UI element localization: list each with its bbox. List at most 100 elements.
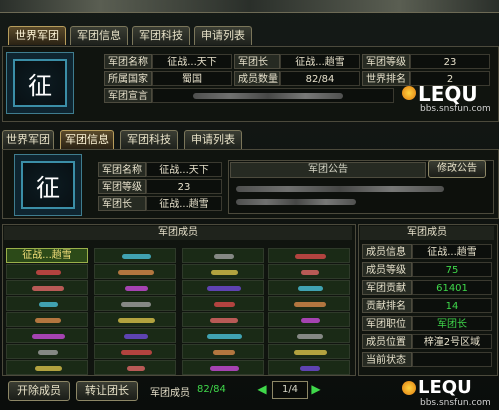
member-cell[interactable] — [94, 248, 176, 263]
member-cell[interactable] — [268, 328, 350, 343]
value-legion-name: 征战...天下 — [152, 54, 232, 69]
member-cell[interactable] — [182, 360, 264, 375]
blurred-member-name — [32, 286, 64, 291]
member-cell[interactable] — [182, 312, 264, 327]
member-cell[interactable] — [268, 312, 350, 327]
value-declaration — [152, 88, 394, 103]
member-cell[interactable] — [94, 328, 176, 343]
detail-label: 成员信息 — [362, 244, 412, 259]
blurred-member-name — [35, 318, 61, 323]
member-cell[interactable] — [6, 264, 88, 279]
edit-announcement-button[interactable]: 修改公告 — [428, 160, 486, 178]
member-cell-selected[interactable]: 征战...趟雪 — [6, 248, 88, 263]
mid-tab-legion-info[interactable]: 军团信息 — [60, 130, 114, 149]
detail-value: 14 — [412, 298, 492, 313]
member-cell[interactable] — [268, 264, 350, 279]
blurred-member-name — [35, 270, 61, 275]
legion-window: 世界军团 军团信息 军团科技 申请列表 征 军团名称 征战...天下 军团长 征… — [0, 0, 499, 410]
prev-page-icon[interactable]: ◀ — [256, 382, 268, 396]
member-cell[interactable] — [268, 280, 350, 295]
mid-label-legion-name: 军团名称 — [98, 162, 146, 177]
member-cell[interactable] — [182, 344, 264, 359]
member-cell[interactable] — [94, 344, 176, 359]
top-tab-world-legion[interactable]: 世界军团 — [8, 26, 66, 45]
page-indicator: 1/4 — [272, 381, 308, 399]
members-title: 军团成员 — [4, 226, 352, 240]
detail-value: 征战...趟雪 — [412, 244, 492, 259]
detail-label: 当前状态 — [362, 352, 412, 367]
member-cell[interactable] — [94, 312, 176, 327]
legion-emblem-mid: 征 — [14, 154, 82, 216]
blurred-member-name — [127, 366, 145, 371]
blurred-member-name — [210, 318, 238, 323]
member-cell[interactable] — [268, 344, 350, 359]
detail-label: 军团职位 — [362, 316, 412, 331]
member-cell[interactable] — [94, 296, 176, 311]
top-tab-apply-list[interactable]: 申请列表 — [194, 26, 252, 45]
member-cell[interactable] — [182, 328, 264, 343]
watermark-brand: LEQU — [418, 82, 478, 106]
member-cell[interactable] — [6, 296, 88, 311]
member-cell[interactable] — [182, 264, 264, 279]
mid-value-legion-name: 征战...天下 — [146, 162, 222, 177]
blurred-member-name — [213, 302, 235, 307]
label-legion-level: 军团等级 — [362, 54, 410, 69]
next-page-icon[interactable]: ▶ — [310, 382, 322, 396]
mid-tab-legion-tech[interactable]: 军团科技 — [120, 130, 178, 149]
blurred-member-name — [300, 366, 320, 371]
top-ornament — [0, 0, 499, 13]
blurred-member-name — [124, 334, 148, 339]
mid-value-legion-level: 23 — [146, 179, 222, 194]
mid-tab-world-legion[interactable]: 世界军团 — [2, 130, 54, 149]
member-cell[interactable] — [6, 360, 88, 375]
blurred-member-name — [214, 254, 234, 259]
blurred-member-name — [118, 270, 154, 275]
value-legion-leader: 征战...趟雪 — [280, 54, 360, 69]
detail-value: 75 — [412, 262, 492, 277]
value-country: 蜀国 — [152, 71, 232, 86]
blurred-member-name — [301, 270, 319, 275]
detail-label: 成员位置 — [362, 334, 412, 349]
member-cell[interactable] — [268, 248, 350, 263]
legion-emblem: 征 — [6, 52, 74, 114]
detail-value: 军团长 — [412, 316, 492, 331]
member-cell[interactable] — [6, 344, 88, 359]
blurred-member-name — [209, 366, 239, 371]
detail-label: 军团贡献 — [362, 280, 412, 295]
blurred-member-name — [117, 318, 155, 323]
value-legion-level: 23 — [410, 54, 490, 69]
label-country: 所属国家 — [104, 71, 152, 86]
blurred-member-name — [210, 270, 238, 275]
member-cell[interactable] — [182, 280, 264, 295]
member-cell[interactable] — [94, 360, 176, 375]
leqou-logo-icon — [402, 86, 416, 100]
member-cell[interactable] — [182, 296, 264, 311]
blurred-member-name — [120, 350, 152, 355]
label-member-count: 成员数量 — [234, 71, 280, 86]
top-tab-legion-tech[interactable]: 军团科技 — [132, 26, 190, 45]
emblem-character-mid: 征 — [36, 173, 60, 202]
detail-label: 贡献排名 — [362, 298, 412, 313]
member-cell[interactable] — [6, 328, 88, 343]
blurred-member-name — [124, 286, 148, 291]
transfer-leader-button[interactable]: 转让团长 — [76, 381, 138, 401]
member-cell[interactable] — [268, 360, 350, 375]
mid-label-legion-leader: 军团长 — [98, 196, 146, 211]
blurred-member-name — [213, 350, 235, 355]
member-cell[interactable] — [94, 264, 176, 279]
detail-value — [412, 352, 492, 367]
member-cell[interactable] — [6, 280, 88, 295]
label-declaration: 军团宣言 — [104, 88, 152, 103]
member-cell[interactable] — [6, 312, 88, 327]
kick-member-button[interactable]: 开除成员 — [8, 381, 70, 401]
member-cell[interactable] — [94, 280, 176, 295]
label-legion-name: 军团名称 — [104, 54, 152, 69]
mid-tab-apply-list[interactable]: 申请列表 — [184, 130, 242, 149]
mid-label-legion-level: 军团等级 — [98, 179, 146, 194]
member-cell[interactable] — [182, 248, 264, 263]
blurred-text — [193, 93, 343, 99]
blurred-member-name — [206, 334, 242, 339]
member-cell[interactable] — [268, 296, 350, 311]
top-tab-legion-info[interactable]: 军团信息 — [70, 26, 128, 45]
blurred-member-name — [294, 254, 326, 259]
